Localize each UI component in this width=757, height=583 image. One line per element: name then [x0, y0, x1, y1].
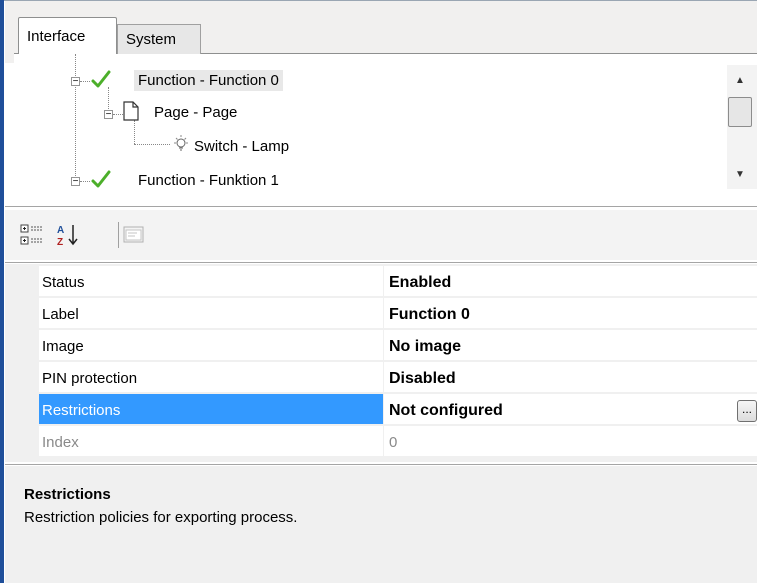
property-name: Label [39, 298, 383, 329]
property-pages-icon[interactable] [121, 222, 147, 248]
property-name: Index [39, 426, 383, 457]
scroll-thumb[interactable] [728, 97, 752, 127]
restrictions-edit-button[interactable]: ... [737, 400, 757, 422]
tree-item-page[interactable]: Page - Page [154, 104, 237, 121]
window-frame [0, 0, 4, 583]
description-title: Restrictions [24, 486, 111, 503]
checkmark-icon [91, 70, 111, 88]
categorized-view-icon[interactable] [19, 222, 45, 248]
property-row-index: Index 0 [39, 426, 757, 458]
property-row-image[interactable]: Image No image [39, 330, 757, 362]
property-value[interactable]: No image [384, 330, 757, 361]
property-value[interactable]: Disabled [384, 362, 757, 393]
svg-text:A: A [57, 225, 64, 236]
property-description-panel: Restrictions Restriction policies for ex… [5, 466, 757, 583]
property-row-status[interactable]: Status Enabled [39, 266, 757, 298]
function-tree[interactable]: − Function - Function 0 − Page - Page Sw… [14, 54, 757, 206]
scroll-up-icon[interactable]: ▲ [727, 70, 753, 92]
property-grid: Status Enabled Label Function 0 Image No… [5, 264, 757, 462]
property-name: Status [39, 266, 383, 297]
collapse-toggle[interactable]: − [71, 177, 80, 187]
property-toolbar: A Z [5, 210, 757, 260]
sort-alphabetical-icon[interactable]: A Z [55, 222, 81, 248]
collapse-toggle[interactable]: − [71, 77, 80, 87]
tree-item-switch[interactable]: Switch - Lamp [194, 138, 289, 155]
tab-system-label: System [126, 31, 177, 48]
tree-item-function-1[interactable]: Function - Funktion 1 [138, 172, 279, 189]
property-value[interactable]: Function 0 [384, 298, 757, 329]
scroll-down-icon[interactable]: ▼ [727, 165, 753, 185]
property-row-pin-protection[interactable]: PIN protection Disabled [39, 362, 757, 394]
description-text: Restriction policies for exporting proce… [24, 509, 298, 526]
page-icon [123, 101, 139, 121]
property-name: PIN protection [39, 362, 383, 393]
property-value: 0 [384, 426, 757, 457]
checkmark-icon [91, 170, 111, 188]
tab-interface[interactable]: Interface [18, 17, 117, 54]
tab-interface-label: Interface [27, 28, 86, 45]
property-value[interactable]: Not configured [384, 394, 757, 425]
property-row-restrictions[interactable]: Restrictions Not configured [39, 394, 757, 426]
tab-system[interactable]: System [117, 24, 201, 54]
property-value[interactable]: Enabled [384, 266, 757, 297]
collapse-toggle[interactable]: − [104, 110, 113, 120]
lamp-icon [174, 135, 188, 151]
svg-text:Z: Z [57, 237, 63, 248]
property-row-label[interactable]: Label Function 0 [39, 298, 757, 330]
property-name: Image [39, 330, 383, 361]
tree-item-function-0[interactable]: Function - Function 0 [134, 70, 283, 91]
property-name: Restrictions [39, 394, 383, 425]
